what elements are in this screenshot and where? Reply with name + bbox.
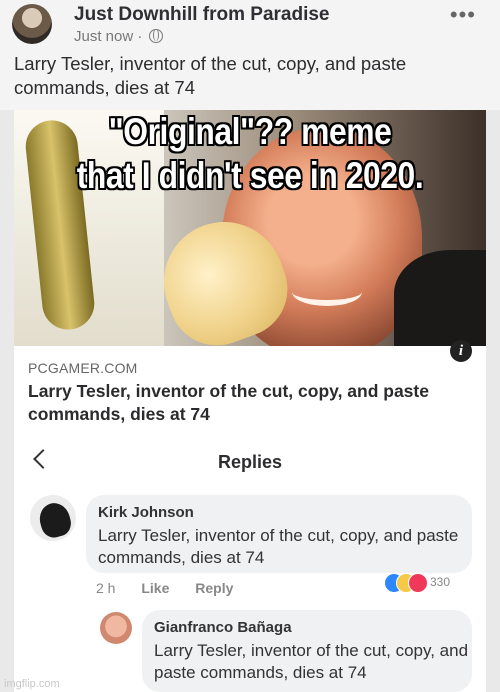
replies-title: Replies <box>217 452 283 472</box>
globe-icon <box>148 29 163 43</box>
comment-time[interactable]: 2 h <box>96 580 115 596</box>
like-button[interactable]: Like <box>141 580 169 596</box>
reply-button[interactable]: Reply <box>195 580 233 596</box>
avatar[interactable] <box>100 612 132 644</box>
link-title[interactable]: Larry Tesler, inventor of the cut, copy,… <box>28 380 468 426</box>
meme-caption: "Original"?? meme that I didn't see in 2… <box>35 110 465 198</box>
love-reaction-icon <box>408 573 428 593</box>
replies-panel: Replies Kirk Johnson Larry Tesler, inven… <box>14 440 486 692</box>
comment-actions: 2 h Like Reply <box>96 580 255 596</box>
watermark: imgflip.com <box>4 678 60 690</box>
link-domain: PCGAMER.COM <box>28 360 138 376</box>
reaction-count: 330 <box>430 575 451 589</box>
comment-bubble: Gianfranco Bañaga Larry Tesler, inventor… <box>142 610 472 692</box>
more-options-icon[interactable]: ••• <box>450 2 476 28</box>
comment-text: Larry Tesler, inventor of the cut, copy,… <box>154 641 469 682</box>
post-timestamp[interactable]: Just now <box>74 28 133 45</box>
meme-caption-line1: "Original"?? meme <box>108 111 392 152</box>
comment-author[interactable]: Gianfranco Bañaga <box>154 619 292 636</box>
meme-caption-line2: that I didn't see in 2020. <box>76 155 424 196</box>
info-icon[interactable]: i <box>450 340 472 362</box>
comment-bubble: Kirk Johnson Larry Tesler, inventor of t… <box>86 495 472 573</box>
post-meta: Just now · <box>74 28 163 45</box>
post-header: Just Downhill from Paradise Just now · •… <box>0 0 500 110</box>
page-avatar[interactable] <box>12 4 52 44</box>
post-text: Larry Tesler, inventor of the cut, copy,… <box>14 53 407 98</box>
page-name[interactable]: Just Downhill from Paradise <box>74 4 330 26</box>
comment-author[interactable]: Kirk Johnson <box>98 504 194 521</box>
meta-separator: · <box>137 28 143 45</box>
avatar[interactable] <box>30 495 76 541</box>
comment-text: Larry Tesler, inventor of the cut, copy,… <box>98 526 459 567</box>
